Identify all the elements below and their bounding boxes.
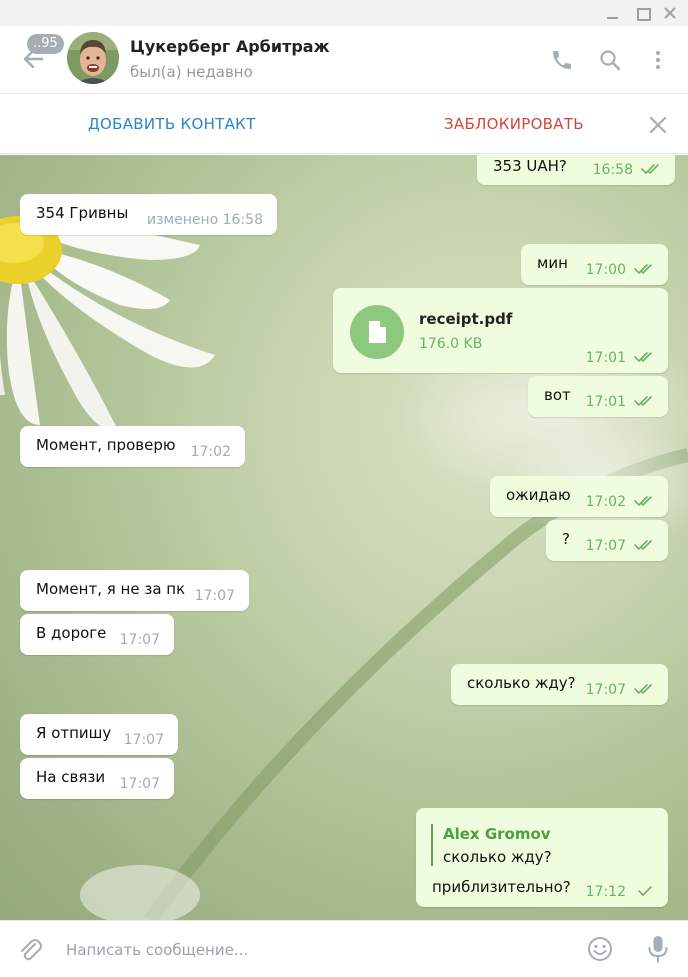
message-text: мин: [537, 254, 568, 272]
chat-history[interactable]: 353 UAH? 16:58 354 Гривны изменено 16:58 мин…: [0, 155, 688, 920]
maximize-button[interactable]: [634, 4, 652, 22]
double-check-icon: [641, 164, 659, 174]
avatar-image: [67, 32, 119, 84]
minimize-button[interactable]: [604, 4, 622, 22]
incoming-message[interactable]: В дороге 17:07: [20, 614, 174, 655]
chat-title[interactable]: Цукерберг Арбитраж: [130, 37, 330, 56]
file-name[interactable]: receipt.pdf: [419, 310, 512, 328]
search-icon: [600, 50, 621, 71]
unread-badge: ..95: [27, 34, 64, 54]
more-menu-button[interactable]: [646, 48, 670, 72]
smile-icon: [588, 937, 612, 961]
message-time: 17:01: [585, 394, 626, 410]
incoming-message[interactable]: Момент, проверю 17:02: [20, 426, 245, 467]
chat-header: ..95 Цукерберг Арбитраж был(а) недавно: [0, 26, 688, 94]
message-text: 353 UAH?: [493, 157, 567, 175]
call-button[interactable]: [550, 48, 574, 72]
double-check-icon: [634, 540, 652, 550]
message-text: Момент, проверю: [36, 436, 176, 454]
double-check-icon: [634, 264, 652, 274]
message-input[interactable]: [66, 938, 566, 962]
file-size: 176.0 KB: [419, 336, 483, 352]
message-text: Я отпишу: [36, 724, 112, 742]
message-time: 17:00: [585, 262, 626, 278]
reply-text[interactable]: сколько жду?: [443, 848, 552, 866]
close-action-bar-button[interactable]: [648, 115, 668, 135]
search-button[interactable]: [598, 48, 622, 72]
microphone-icon: [648, 936, 668, 963]
message-time: 17:02: [585, 494, 626, 510]
message-time: 17:07: [194, 588, 235, 604]
message-text: На связи: [36, 768, 106, 786]
message-time: 17:01: [585, 350, 626, 366]
double-check-icon: [634, 352, 652, 362]
more-vertical-icon: [655, 50, 661, 70]
reply-author[interactable]: Alex Gromov: [443, 825, 551, 843]
message-text: ?: [562, 530, 570, 548]
outgoing-message[interactable]: ? 17:07: [546, 520, 668, 561]
outgoing-message-file[interactable]: receipt.pdf 176.0 KB 17:01: [333, 288, 668, 373]
double-check-icon: [634, 684, 652, 694]
check-icon: [638, 886, 652, 896]
message-time: изменено 16:58: [147, 212, 263, 228]
outgoing-message[interactable]: мин 17:00: [521, 244, 668, 285]
message-composer: [0, 920, 688, 977]
chat-status: был(а) недавно: [130, 63, 253, 81]
outgoing-message[interactable]: сколько жду? 17:07: [451, 664, 668, 705]
message-time: 17:07: [119, 776, 160, 792]
message-text: 354 Гривны: [36, 204, 129, 222]
message-text: приблизительно?: [432, 878, 571, 896]
incoming-message[interactable]: Момент, я не за пк 17:07: [20, 570, 249, 611]
outgoing-message[interactable]: 353 UAH? 16:58: [477, 155, 675, 185]
message-text: ожидаю: [506, 486, 571, 504]
message-time: 17:07: [119, 632, 160, 648]
message-text: сколько жду?: [467, 674, 576, 692]
incoming-message[interactable]: Я отпишу 17:07: [20, 714, 178, 755]
message-text: Момент, я не за пк: [36, 580, 186, 598]
close-icon: [664, 7, 676, 19]
message-time: 17:07: [585, 682, 626, 698]
paperclip-icon: [21, 939, 42, 961]
incoming-message[interactable]: На связи 17:07: [20, 758, 174, 799]
emoji-button[interactable]: [586, 935, 614, 963]
reply-quote-bar: [431, 824, 433, 866]
block-user-button[interactable]: ЗАБЛОКИРОВАТЬ: [444, 115, 584, 133]
window-close-button[interactable]: [661, 4, 679, 22]
document-icon[interactable]: [350, 305, 404, 359]
window-titlebar: [0, 0, 688, 26]
message-time: 17:12: [585, 884, 626, 900]
outgoing-message[interactable]: ожидаю 17:02: [490, 476, 668, 517]
double-check-icon: [634, 396, 652, 406]
message-time: 17:02: [190, 444, 231, 460]
attach-button[interactable]: [16, 935, 44, 963]
message-text: вот: [544, 386, 571, 404]
message-time: 17:07: [123, 732, 164, 748]
outgoing-message-reply[interactable]: Alex Gromov сколько жду? приблизительно? 17…: [416, 808, 668, 907]
avatar[interactable]: [67, 32, 119, 84]
incoming-message[interactable]: 354 Гривны изменено 16:58: [20, 194, 277, 235]
message-text: В дороге: [36, 624, 107, 642]
message-time: 17:07: [585, 538, 626, 554]
outgoing-message[interactable]: вот 17:01: [528, 376, 668, 417]
voice-record-button[interactable]: [645, 934, 671, 964]
double-check-icon: [634, 496, 652, 506]
message-time: 16:58: [592, 162, 633, 178]
phone-icon: [553, 51, 571, 69]
contact-action-bar: ДОБАВИТЬ КОНТАКТ ЗАБЛОКИРОВАТЬ: [0, 95, 688, 154]
close-icon: [649, 116, 667, 134]
add-contact-button[interactable]: ДОБАВИТЬ КОНТАКТ: [88, 115, 256, 133]
